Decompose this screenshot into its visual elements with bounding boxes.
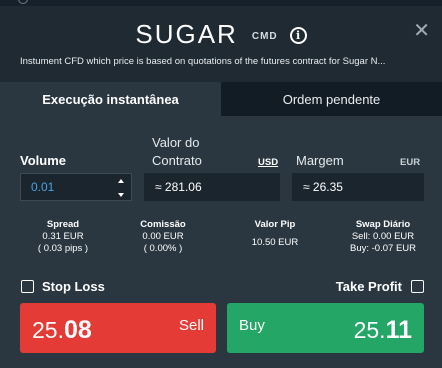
tab-instant-execution[interactable]: Execução instantânea <box>0 82 221 116</box>
buy-price: 25.11 <box>354 316 412 345</box>
instrument-header: SUGAR CMD i ✕ Instument CFD which price … <box>0 6 442 82</box>
title-row: SUGAR CMD i <box>0 16 442 52</box>
contract-value-field: ≈ 281.06 <box>144 173 280 201</box>
commission-stat: Comissão 0.00 EUR ( 0.00% ) <box>120 219 206 255</box>
stepper-down-icon[interactable] <box>118 193 124 197</box>
contract-currency-link[interactable]: USD <box>258 157 278 168</box>
commission-value: 0.00 EUR <box>142 231 184 242</box>
swap-buy: Buy: -0.07 EUR <box>350 243 416 254</box>
stepper-up-icon[interactable] <box>118 179 124 183</box>
pip-value-stat: Valor Pip 10.50 EUR <box>232 219 318 249</box>
margin-value: ≈ 26.35 <box>303 180 343 194</box>
info-icon[interactable]: i <box>289 26 307 44</box>
sell-label: Sell <box>178 317 204 334</box>
volume-label: Volume <box>20 153 66 168</box>
take-profit-toggle[interactable]: Take Profit <box>336 279 424 294</box>
pip-value: 10.50 EUR <box>251 237 299 248</box>
spread-stat: Spread 0.31 EUR ( 0.03 pips ) <box>20 219 106 255</box>
swap-label: Swap Diário <box>355 219 411 230</box>
close-icon[interactable]: ✕ <box>413 18 430 43</box>
margin-label: Margem <box>296 153 344 168</box>
buy-price-pips: 11 <box>385 316 412 344</box>
stop-loss-toggle[interactable]: Stop Loss <box>21 279 105 294</box>
margin-currency: EUR <box>400 157 421 168</box>
stop-loss-checkbox-icon[interactable] <box>21 280 34 293</box>
buy-button[interactable]: Buy 25.11 <box>227 303 424 353</box>
volume-input[interactable]: 0.01 <box>20 173 132 201</box>
commission-percent: ( 0.00% ) <box>143 243 183 254</box>
commission-label: Comissão <box>140 219 186 230</box>
sell-price-main: 25. <box>32 317 64 343</box>
contract-value: ≈ 281.06 <box>155 180 202 194</box>
margin-field: ≈ 26.35 <box>292 173 424 201</box>
contract-value-label-line2: Contrato <box>152 153 202 168</box>
buy-label: Buy <box>239 317 265 334</box>
instrument-title: SUGAR <box>135 18 238 49</box>
spread-value: 0.31 EUR <box>42 231 84 242</box>
sell-button[interactable]: Sell 25.08 <box>20 303 216 353</box>
stepper-icon[interactable] <box>117 179 125 197</box>
order-type-tabs: Execução instantânea Ordem pendente <box>0 82 442 116</box>
buy-price-main: 25. <box>353 317 386 343</box>
stop-loss-label: Stop Loss <box>42 279 105 294</box>
sell-price: 25.08 <box>32 316 92 345</box>
sell-price-pips: 08 <box>63 316 92 344</box>
swap-sell: Sell: 0.00 EUR <box>351 231 415 242</box>
pip-value-label: Valor Pip <box>254 219 296 230</box>
spread-label: Spread <box>46 219 80 230</box>
take-profit-checkbox-icon[interactable] <box>411 280 424 293</box>
tab-pending-order[interactable]: Ordem pendente <box>221 82 442 116</box>
volume-value: 0.01 <box>31 180 55 194</box>
spread-pips: ( 0.03 pips ) <box>37 243 89 254</box>
order-panel: Volume Valor do Contrato USD Margem EUR … <box>0 116 442 368</box>
window-dot-icon <box>18 0 28 4</box>
instrument-type-badge: CMD <box>251 30 278 42</box>
contract-value-label-line1: Valor do <box>152 135 200 150</box>
swap-stat: Swap Diário Sell: 0.00 EUR Buy: -0.07 EU… <box>336 219 430 255</box>
take-profit-label: Take Profit <box>335 279 402 294</box>
instrument-description: Instument CFD which price is based on qu… <box>20 56 386 67</box>
